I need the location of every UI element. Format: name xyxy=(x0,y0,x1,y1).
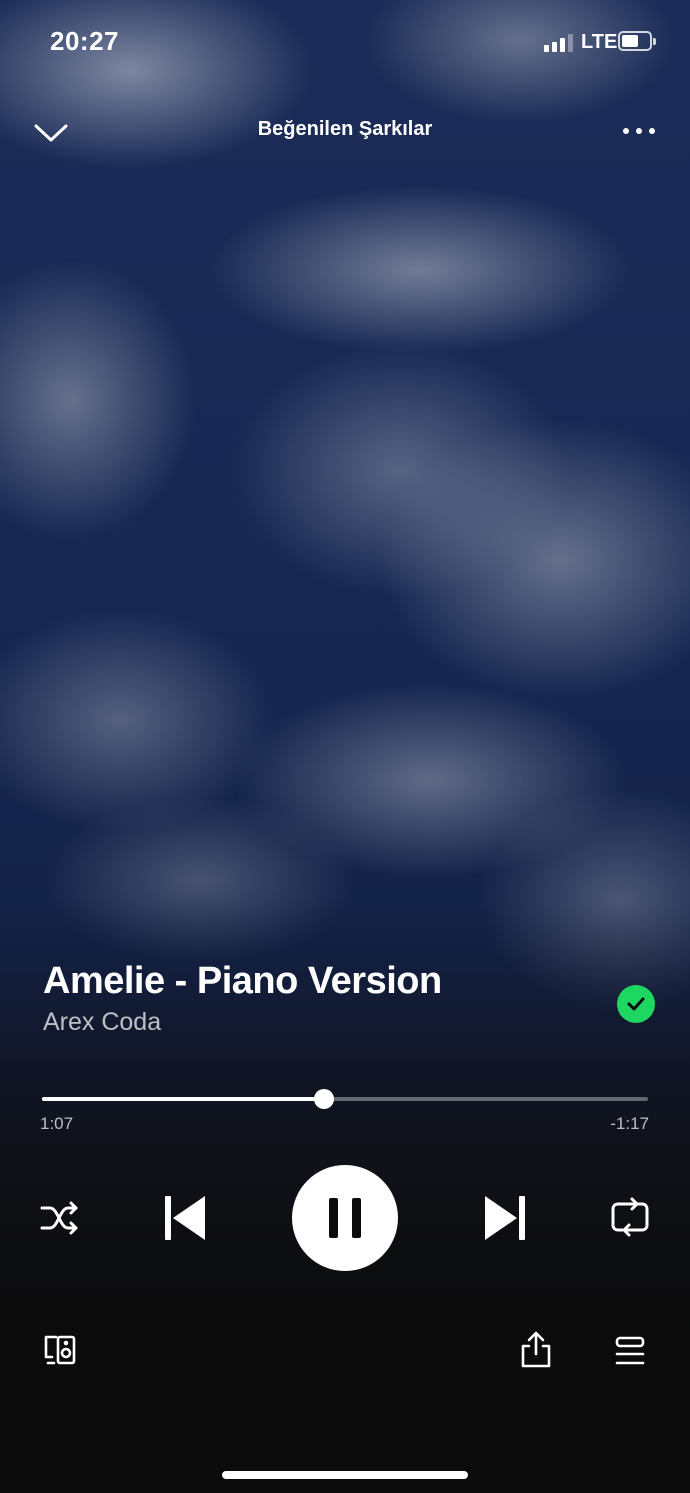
network-type: LTE xyxy=(581,31,618,53)
progress-played xyxy=(42,1097,324,1101)
devices-icon[interactable] xyxy=(42,1333,78,1367)
pause-icon xyxy=(329,1198,361,1238)
skip-previous-icon[interactable] xyxy=(162,1194,208,1242)
track-title: Amelie - Piano Version xyxy=(43,960,442,1002)
playlist-title: Beğenilen Şarkılar xyxy=(257,118,433,140)
progress-bar[interactable] xyxy=(42,1089,648,1109)
elapsed-time: 1:07 xyxy=(40,1114,74,1133)
progress-thumb[interactable] xyxy=(313,1089,334,1109)
play-pause-button[interactable] xyxy=(292,1165,398,1271)
repeat-icon[interactable] xyxy=(608,1196,652,1240)
share-icon[interactable] xyxy=(518,1330,554,1370)
skip-next-icon[interactable] xyxy=(482,1194,528,1242)
more-horizontal-icon[interactable] xyxy=(618,120,660,142)
shuffle-icon[interactable] xyxy=(38,1198,82,1238)
remaining-time: -1:17 xyxy=(610,1114,649,1133)
track-artist[interactable]: Arex Coda xyxy=(43,1008,161,1037)
battery-icon xyxy=(618,31,656,51)
signal-icon xyxy=(544,34,574,52)
liked-check-icon[interactable] xyxy=(617,985,655,1023)
queue-icon[interactable] xyxy=(612,1334,648,1368)
home-indicator[interactable] xyxy=(222,1471,468,1479)
status-time: 20:27 xyxy=(50,26,119,56)
